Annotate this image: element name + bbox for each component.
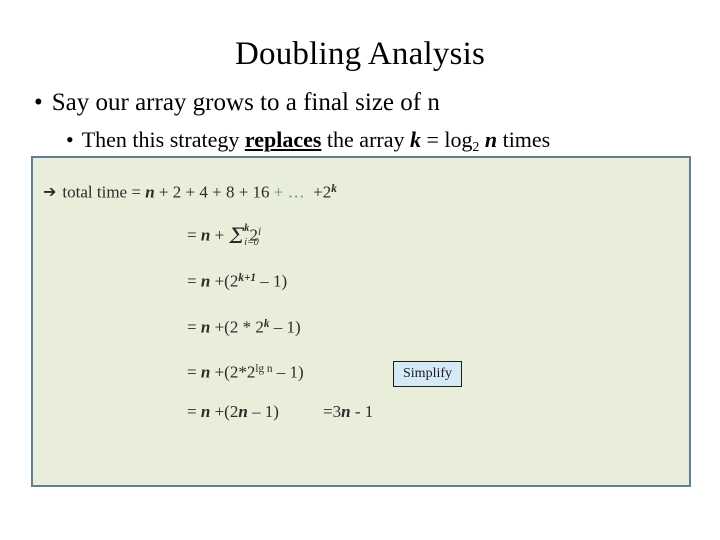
sigma-icon: Σ bbox=[229, 223, 245, 248]
summation-operator: Σk i=0 bbox=[229, 223, 258, 248]
coefficient-3: 3 bbox=[332, 402, 342, 421]
bullet-dot-icon: • bbox=[66, 127, 74, 152]
term-8: 8 bbox=[225, 182, 235, 202]
equals-sign: = bbox=[323, 402, 333, 421]
plus-sign: + bbox=[214, 317, 225, 337]
var-n: n bbox=[341, 402, 351, 421]
equation-line-pow-k-plus-1: = n +(2k+1 – 1) bbox=[187, 268, 287, 292]
close-paren: ) bbox=[273, 402, 279, 421]
summation-lower-limit: i=0 bbox=[244, 236, 259, 248]
plus-5: + bbox=[273, 182, 284, 202]
var-n: n bbox=[200, 271, 211, 291]
var-n: n bbox=[200, 362, 211, 382]
term-2: 2 bbox=[172, 182, 182, 202]
bullet-l2-var-n: n bbox=[484, 127, 498, 152]
term-16: 16 bbox=[252, 182, 270, 202]
ellipsis: … bbox=[287, 182, 305, 202]
equals-sign: = bbox=[187, 317, 197, 337]
bullet-dot-icon: • bbox=[34, 89, 43, 116]
equation-line-result: =3n - 1 bbox=[323, 402, 373, 422]
bullet-l2-seg-3: = log bbox=[420, 127, 473, 152]
equation-line-two-times-pow-k: = n +(2 * 2k – 1) bbox=[187, 314, 301, 338]
bullet-level-1-text: Say our array grows to a final size of n bbox=[51, 89, 440, 116]
plus-4: + bbox=[238, 182, 249, 202]
minus-one: – 1 bbox=[260, 271, 282, 291]
plus-sign: + bbox=[214, 402, 225, 421]
plus-sign: + bbox=[214, 362, 225, 382]
bullet-l2-emphasis-replaces: replaces bbox=[244, 127, 322, 152]
equals-sign: = bbox=[131, 182, 141, 202]
factor-expression: 2*2 bbox=[229, 362, 256, 382]
plus-6: + bbox=[308, 182, 323, 202]
minus-one: - 1 bbox=[354, 402, 374, 421]
term-2-pow: 2 bbox=[322, 182, 332, 202]
term-4: 4 bbox=[199, 182, 208, 202]
equation-line-total-time: ➔ total time = n + 2 + 4 + 8 + 16 + … +2k bbox=[43, 179, 337, 203]
var-n: n bbox=[200, 402, 211, 421]
var-n: n bbox=[200, 317, 211, 337]
exponent-k: k bbox=[263, 318, 270, 330]
var-n: n bbox=[200, 225, 211, 245]
bullet-l2-seg-2: the array bbox=[321, 127, 410, 152]
term-n: n bbox=[145, 182, 155, 202]
simplify-callout[interactable]: Simplify bbox=[393, 361, 463, 387]
minus-one: – 1 bbox=[276, 362, 298, 382]
bullet-l2-seg-4: times bbox=[497, 127, 551, 152]
plus-2: + bbox=[185, 182, 196, 202]
exponent-k-plus-1: k+1 bbox=[238, 272, 256, 284]
arrow-right-icon: ➔ bbox=[43, 181, 57, 201]
total-time-label: total time bbox=[62, 182, 128, 202]
equation-line-two-n-minus-one: = n +(2n – 1) bbox=[187, 402, 279, 422]
equals-sign: = bbox=[187, 271, 197, 291]
close-paren: ) bbox=[297, 362, 304, 382]
equals-sign: = bbox=[187, 225, 197, 245]
equals-sign: = bbox=[187, 362, 197, 382]
exponent-k: k bbox=[331, 183, 337, 195]
close-paren: ) bbox=[294, 317, 301, 337]
bullet-level-1: • Say our array grows to a final size of … bbox=[34, 88, 440, 118]
plus-sign: + bbox=[214, 225, 225, 245]
factor-expression: 2 * 2 bbox=[229, 317, 264, 337]
plus-sign: + bbox=[214, 271, 225, 291]
plus-3: + bbox=[212, 182, 222, 202]
bullet-l2-var-k: k bbox=[409, 127, 421, 152]
bullet-l2-seg-1: Then this strategy bbox=[81, 127, 245, 152]
page-title: Doubling Analysis bbox=[235, 36, 485, 72]
var-n-2: n bbox=[238, 402, 248, 421]
equation-panel: ➔ total time = n + 2 + 4 + 8 + 16 + … +2k… bbox=[31, 156, 691, 487]
equation-line-summation: = n + Σk i=0 2i bbox=[187, 222, 261, 248]
minus-one: – 1 bbox=[252, 402, 274, 421]
equals-sign: = bbox=[187, 402, 197, 421]
close-paren: ) bbox=[281, 271, 288, 291]
minus-one: – 1 bbox=[273, 317, 295, 337]
plus-1: + bbox=[158, 182, 169, 202]
equation-line-two-times-pow-lg-n: = n +(2*2lg n – 1) bbox=[187, 359, 304, 383]
exponent-lg-n: lg n bbox=[255, 363, 273, 375]
